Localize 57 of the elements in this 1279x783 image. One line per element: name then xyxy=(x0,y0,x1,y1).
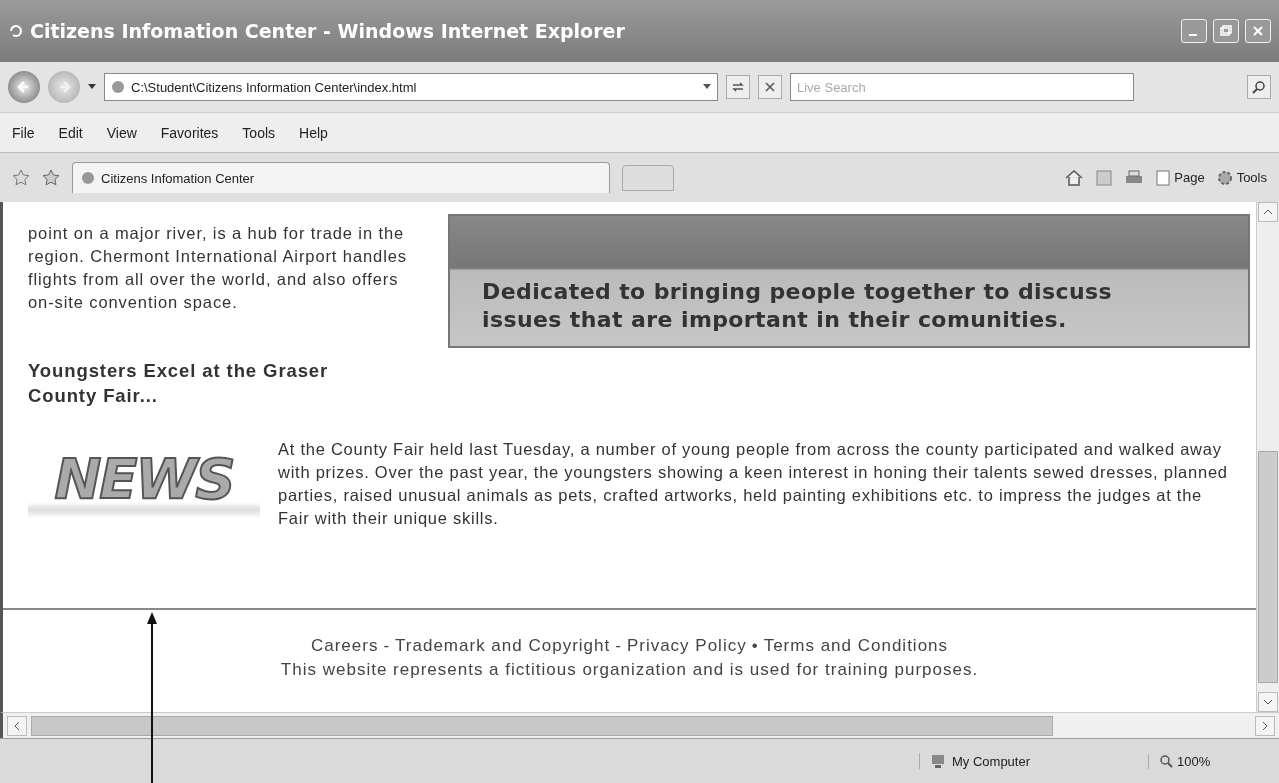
minimize-button[interactable] xyxy=(1181,19,1207,43)
separator: - xyxy=(615,636,622,656)
browser-tab[interactable]: Citizens Infomation Center xyxy=(72,162,610,193)
browser-logo-icon xyxy=(8,23,24,39)
dropdown-caret-icon[interactable] xyxy=(88,84,96,90)
footer-note: This website represents a fictitious organization and is used for training purposes. xyxy=(280,660,979,680)
stop-button[interactable] xyxy=(758,75,782,99)
article-heading: Youngsters Excel at the Graser County Fair... xyxy=(28,359,330,408)
search-field[interactable]: Live Search xyxy=(790,73,1134,101)
window-title: Citizens Infomation Center - Windows Internet Explorer xyxy=(30,20,626,42)
security-zone: My Computer xyxy=(919,753,1140,769)
scroll-right-icon[interactable] xyxy=(1255,715,1275,736)
scroll-thumb[interactable] xyxy=(31,715,1053,736)
close-icon[interactable] xyxy=(1252,25,1264,37)
search-icon[interactable] xyxy=(1252,80,1266,94)
menu-item[interactable]: Help xyxy=(299,124,328,141)
computer-icon xyxy=(930,753,946,769)
scroll-left-icon[interactable] xyxy=(7,715,27,736)
search-button[interactable] xyxy=(1247,75,1271,99)
refresh-icon[interactable] xyxy=(731,81,745,93)
address-field[interactable]: C:\Student\Citizens Information Center\index.html xyxy=(104,73,718,101)
restore-icon[interactable] xyxy=(1220,25,1232,37)
home-icon[interactable] xyxy=(1064,168,1085,187)
stop-icon[interactable] xyxy=(764,81,776,93)
scroll-thumb[interactable] xyxy=(1258,451,1278,683)
refresh-button[interactable] xyxy=(726,75,750,99)
star-icon[interactable] xyxy=(12,168,30,187)
scroll-down-icon[interactable] xyxy=(1258,692,1278,712)
separator: • xyxy=(751,636,759,656)
zoom-level[interactable]: 100% xyxy=(1148,753,1269,769)
dropdown-caret-icon[interactable] xyxy=(703,84,711,90)
horizontal-scrollbar[interactable] xyxy=(0,712,1279,738)
banner-text: Dedicated to bringing people together to discuss issues that are important in their comunities. xyxy=(482,278,1113,334)
back-button[interactable] xyxy=(8,71,40,103)
add-favorite-icon[interactable] xyxy=(42,168,60,187)
page-menu[interactable]: Page xyxy=(1156,169,1205,186)
menu-item[interactable]: File xyxy=(12,124,35,141)
article-paragraph: At the County Fair held last Tuesday, a number of young people from across the county participated and walked away with prizes. Over the past year, the youngsters showing a keen interest in honing their talents sewed dresses, planned parties, raised unusual animals as pets, crafted artworks, held painting exhibitions etc. to impress the judges at the Fair with their unique skills. xyxy=(278,439,1229,529)
close-button[interactable] xyxy=(1245,19,1271,43)
scroll-up-icon[interactable] xyxy=(1258,202,1278,222)
vertical-scrollbar[interactable] xyxy=(1256,202,1279,712)
footer-link[interactable]: Privacy Policy xyxy=(626,636,747,656)
menu-item[interactable]: Tools xyxy=(242,124,276,141)
footer-link[interactable]: Trademark and Copyright xyxy=(395,636,611,656)
menu-item[interactable]: Edit xyxy=(58,124,83,141)
gear-icon xyxy=(1216,169,1233,186)
separator: - xyxy=(383,636,391,656)
footer-link[interactable]: Careers xyxy=(310,636,379,656)
new-tab-button[interactable] xyxy=(622,164,674,191)
menu-item[interactable]: View xyxy=(106,124,137,141)
intro-paragraph: point on a major river, is a hub for trade in the region. Chermont International Airport handles flights from all over the world, and also offers on-site convention space. xyxy=(28,223,408,313)
forward-button[interactable] xyxy=(48,71,80,103)
magnifier-icon xyxy=(1159,754,1173,768)
tools-menu[interactable]: Tools xyxy=(1216,169,1267,186)
maximize-button[interactable] xyxy=(1213,19,1239,43)
footer-link[interactable]: Terms and Conditions xyxy=(763,636,949,656)
menu-item[interactable]: Favorites xyxy=(160,124,219,141)
